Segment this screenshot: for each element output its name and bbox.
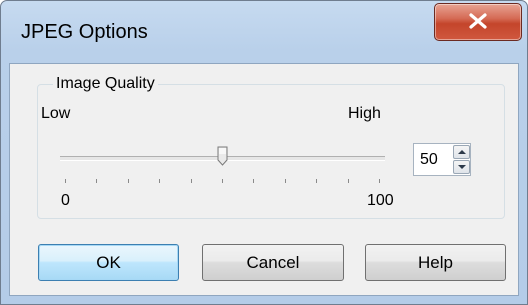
slider-tick bbox=[316, 179, 317, 183]
slider-tick bbox=[65, 179, 66, 183]
quality-value-input[interactable] bbox=[414, 144, 452, 175]
close-icon bbox=[469, 13, 487, 29]
title-bar[interactable]: JPEG Options bbox=[1, 1, 527, 63]
slider-tick bbox=[348, 179, 349, 183]
slider-min-label: 0 bbox=[61, 192, 70, 209]
dialog-body: Image Quality Low High 0 100 OK Ca bbox=[9, 63, 519, 296]
arrow-down-icon bbox=[458, 165, 466, 169]
quality-spinbox bbox=[413, 143, 471, 176]
spin-down-button[interactable] bbox=[453, 160, 470, 174]
high-label: High bbox=[348, 105, 381, 122]
help-button[interactable]: Help bbox=[365, 244, 506, 281]
low-label: Low bbox=[41, 105, 71, 122]
dialog-title: JPEG Options bbox=[21, 21, 148, 43]
slider-tick bbox=[128, 179, 129, 183]
slider-tick bbox=[96, 179, 97, 183]
image-quality-group-title: Image Quality bbox=[53, 75, 158, 93]
slider-max-label: 100 bbox=[367, 192, 394, 209]
slider-tick bbox=[253, 179, 254, 183]
spin-up-button[interactable] bbox=[453, 145, 470, 159]
slider-tick bbox=[191, 179, 192, 183]
close-button[interactable] bbox=[434, 3, 522, 41]
cancel-button[interactable]: Cancel bbox=[202, 244, 344, 281]
slider-tick bbox=[222, 179, 223, 183]
slider-tick bbox=[285, 179, 286, 183]
ok-button[interactable]: OK bbox=[38, 244, 179, 281]
slider-tick bbox=[159, 179, 160, 183]
arrow-up-icon bbox=[458, 150, 466, 154]
slider-tick bbox=[379, 179, 380, 183]
jpeg-options-dialog: JPEG Options Image Quality Low High 0 10… bbox=[0, 0, 528, 305]
slider-thumb-icon[interactable] bbox=[217, 146, 228, 166]
